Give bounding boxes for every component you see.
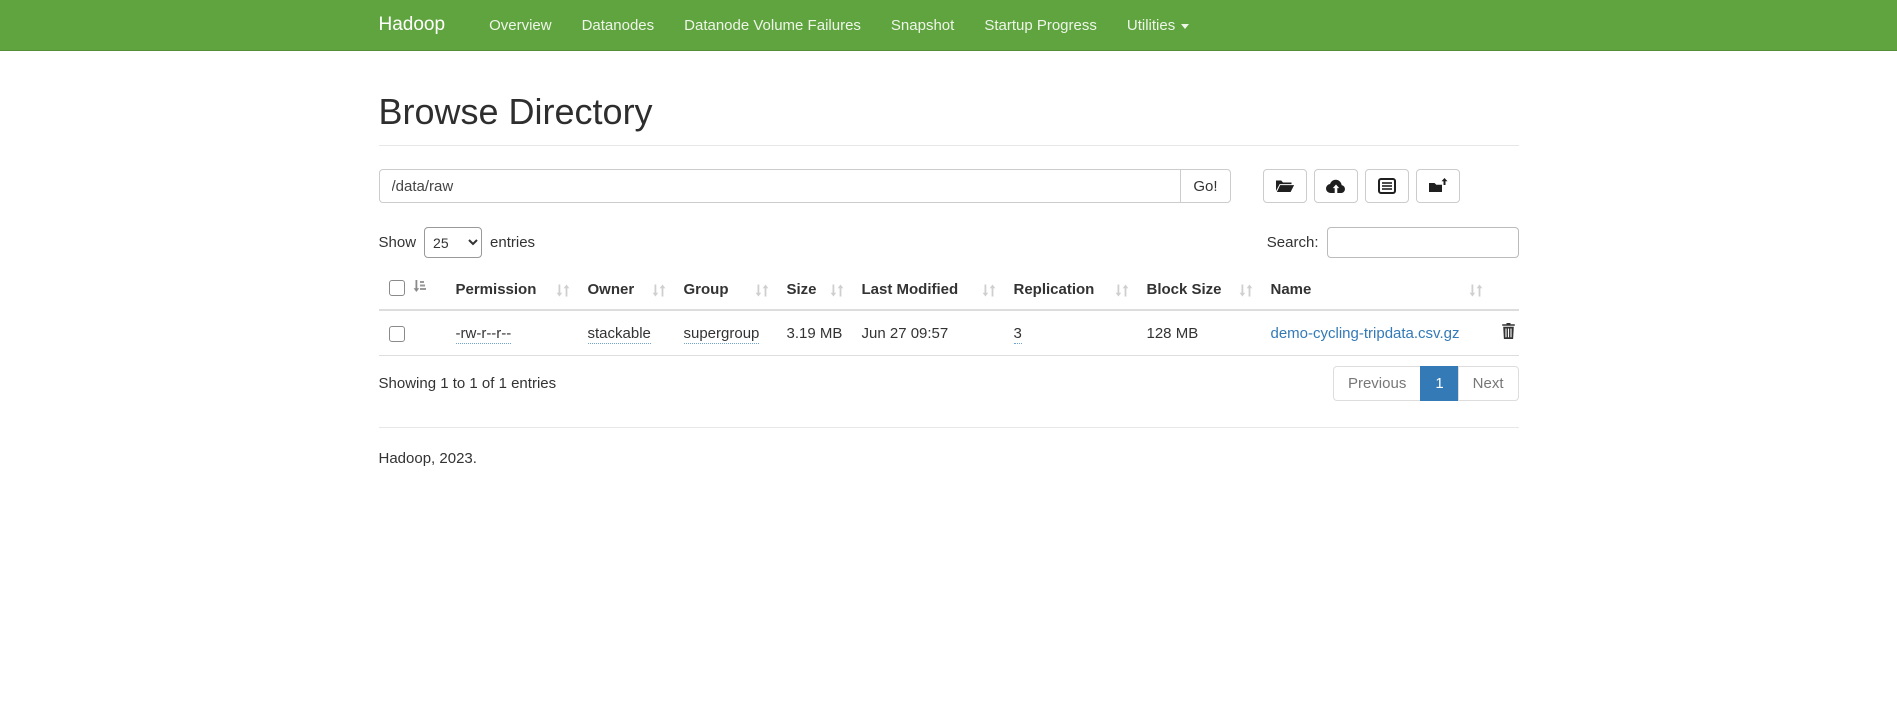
sort-icon <box>754 283 769 296</box>
sort-icon <box>1114 283 1129 296</box>
table-controls: Show 25 entries Search: <box>379 227 1519 258</box>
file-action-buttons <box>1263 169 1467 203</box>
nav-item-utilities[interactable]: Utilities <box>1112 0 1204 50</box>
sort-icon <box>555 283 570 296</box>
path-bar: Go! <box>379 169 1519 203</box>
nav-item-overview[interactable]: Overview <box>474 0 567 50</box>
show-entries-control: Show 25 entries <box>379 227 536 258</box>
site-footer: Hadoop, 2023. <box>379 428 1519 489</box>
sort-icon <box>981 283 996 296</box>
permission-cell[interactable]: -rw-r--r-- <box>456 325 512 344</box>
last-modified-cell: Jun 27 09:57 <box>862 325 949 342</box>
nav-item-utilities-label: Utilities <box>1127 17 1175 34</box>
pagination-previous[interactable]: Previous <box>1333 366 1421 401</box>
select-all-checkbox[interactable] <box>389 280 405 296</box>
sort-icon <box>651 283 666 296</box>
title-divider <box>379 145 1519 146</box>
caret-down-icon <box>1181 24 1189 29</box>
header-last-modified[interactable]: Last Modified <box>852 270 1004 310</box>
go-button[interactable]: Go! <box>1180 169 1230 203</box>
search-input[interactable] <box>1327 227 1519 258</box>
delete-file-button[interactable] <box>1501 323 1516 339</box>
header-replication[interactable]: Replication <box>1004 270 1137 310</box>
size-cell: 3.19 MB <box>787 325 843 342</box>
cut-paste-button[interactable] <box>1365 169 1409 203</box>
nav-item-datanode-volume-failures[interactable]: Datanode Volume Failures <box>669 0 876 50</box>
entries-info: Showing 1 to 1 of 1 entries <box>379 375 557 392</box>
header-permission[interactable]: Permission <box>446 270 578 310</box>
top-navbar: Hadoop Overview Datanodes Datanode Volum… <box>0 0 1897 51</box>
sort-icon <box>1238 283 1253 296</box>
table-header-row: Permission Owner Group <box>379 270 1519 310</box>
upload-files-button[interactable] <box>1314 169 1358 203</box>
replication-cell[interactable]: 3 <box>1014 325 1022 344</box>
page-title: Browse Directory <box>379 91 1519 133</box>
header-group[interactable]: Group <box>674 270 777 310</box>
header-actions <box>1491 270 1519 310</box>
pagination-next[interactable]: Next <box>1458 366 1519 401</box>
header-name[interactable]: Name <box>1261 270 1491 310</box>
nav-item-snapshot[interactable]: Snapshot <box>876 0 969 50</box>
header-block-size[interactable]: Block Size <box>1137 270 1261 310</box>
cloud-upload-icon <box>1326 179 1346 194</box>
row-checkbox[interactable] <box>389 326 405 342</box>
header-owner[interactable]: Owner <box>578 270 674 310</box>
entries-label: entries <box>490 234 535 251</box>
nav-item-startup-progress[interactable]: Startup Progress <box>969 0 1112 50</box>
create-directory-button[interactable] <box>1263 169 1307 203</box>
show-label: Show <box>379 234 417 251</box>
block-size-cell: 128 MB <box>1147 325 1199 342</box>
sort-by-attributes-icon <box>412 279 426 297</box>
search-control: Search: <box>1267 227 1519 258</box>
sort-icon <box>1468 283 1483 296</box>
navbar-brand[interactable]: Hadoop <box>379 0 461 50</box>
folder-move-icon <box>1428 178 1448 194</box>
pagination: Previous 1 Next <box>1333 366 1519 401</box>
table-row: -rw-r--r-- stackable supergroup 3.19 MB … <box>379 310 1519 356</box>
list-alt-icon <box>1378 178 1396 194</box>
group-cell[interactable]: supergroup <box>684 325 760 344</box>
owner-cell[interactable]: stackable <box>588 325 651 344</box>
table-footer: Showing 1 to 1 of 1 entries Previous 1 N… <box>379 366 1519 401</box>
page-length-select[interactable]: 25 <box>424 227 482 258</box>
directory-path-input[interactable] <box>379 169 1181 203</box>
header-size[interactable]: Size <box>777 270 852 310</box>
nav-item-datanodes[interactable]: Datanodes <box>567 0 670 50</box>
header-select-all[interactable] <box>379 270 446 310</box>
move-directory-button[interactable] <box>1416 169 1460 203</box>
pagination-page-1[interactable]: 1 <box>1420 366 1458 401</box>
path-input-group: Go! <box>379 169 1231 203</box>
sort-icon <box>829 283 844 296</box>
file-listing-table: Permission Owner Group <box>379 270 1519 356</box>
search-label: Search: <box>1267 234 1319 251</box>
trash-icon <box>1501 327 1516 342</box>
folder-open-icon <box>1275 178 1295 194</box>
file-name-link[interactable]: demo-cycling-tripdata.csv.gz <box>1271 325 1460 342</box>
